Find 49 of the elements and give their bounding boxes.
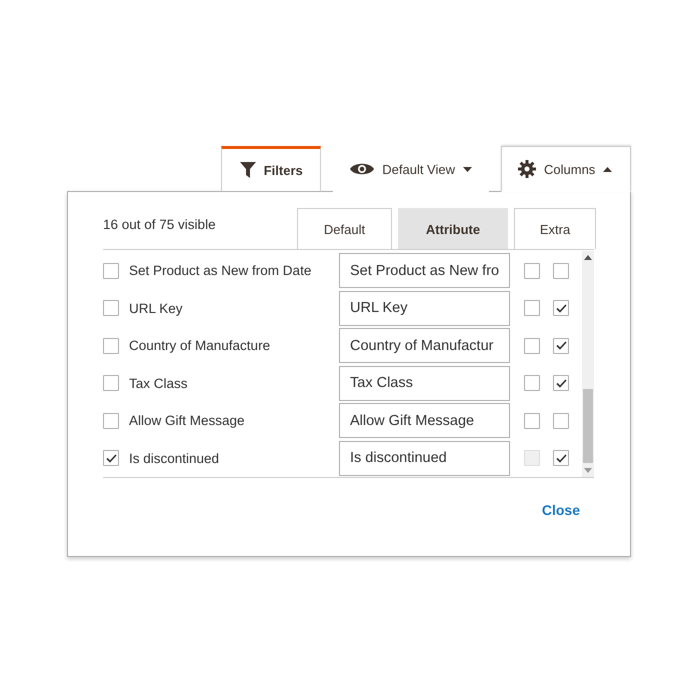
visible-checkbox[interactable]	[103, 375, 119, 392]
column-title-field[interactable]: Country of Manufactur	[339, 328, 510, 364]
tab[interactable]: Default	[297, 208, 392, 249]
option-checkbox[interactable]	[524, 338, 540, 354]
column-label: Country of Manufacture	[129, 338, 272, 354]
visible-checkbox[interactable]	[103, 412, 119, 429]
filter-icon	[240, 162, 256, 178]
column-title-field[interactable]: Set Product as New fro	[339, 253, 510, 288]
option-checkbox[interactable]	[524, 412, 540, 429]
option-checkbox[interactable]	[553, 412, 569, 429]
column-title-field[interactable]: URL Key	[339, 290, 510, 326]
visible-checkbox[interactable]	[103, 338, 119, 354]
option-checkbox[interactable]	[553, 262, 569, 279]
tab[interactable]: Attribute	[398, 208, 508, 249]
column-title-field[interactable]: Tax Class	[339, 366, 510, 401]
column-label: Allow Gift Message	[129, 413, 246, 428]
column-label: URL Key	[129, 300, 184, 316]
option-checkbox[interactable]	[553, 300, 569, 316]
visible-checkbox[interactable]	[103, 450, 119, 466]
column-title-field[interactable]: Allow Gift Message	[339, 403, 510, 438]
column-title-field[interactable]: Is discontinued	[339, 440, 510, 476]
scroll-up-icon	[584, 255, 592, 260]
column-label: Set Product as New from Date	[129, 263, 312, 278]
option-checkbox[interactable]	[553, 338, 569, 354]
option-checkbox[interactable]	[553, 450, 569, 466]
caret-up-icon	[603, 166, 612, 172]
close-link[interactable]: Close	[542, 502, 580, 518]
check-icon	[556, 378, 566, 388]
check-icon	[556, 304, 566, 313]
option-checkbox[interactable]	[524, 262, 540, 279]
column-label: Tax Class	[129, 376, 189, 391]
check-icon	[106, 454, 116, 463]
option-checkbox[interactable]	[524, 375, 540, 392]
option-checkbox[interactable]	[553, 375, 569, 392]
filters-button[interactable]: Filters	[221, 146, 322, 192]
option-checkbox[interactable]	[524, 300, 540, 316]
caret-down-icon	[463, 166, 472, 172]
visible-checkbox[interactable]	[103, 262, 119, 279]
settings-icon	[518, 160, 536, 178]
scrollbar[interactable]	[582, 251, 594, 477]
visible-count: 16 out of 75 visible	[103, 217, 216, 232]
columns-button[interactable]: Columns	[501, 146, 631, 192]
visible-checkbox[interactable]	[103, 300, 119, 316]
column-label: Is discontinued	[129, 450, 220, 466]
tab[interactable]: Extra	[514, 208, 596, 249]
check-icon	[556, 341, 566, 350]
scroll-down-icon	[584, 468, 592, 473]
eye-icon	[350, 162, 374, 176]
check-icon	[556, 454, 566, 463]
